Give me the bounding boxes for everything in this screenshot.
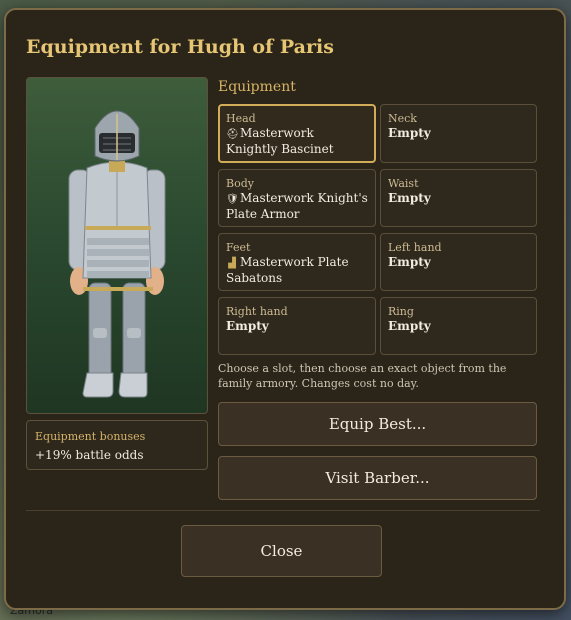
armored-knight-figure — [68, 110, 166, 398]
slot-ring[interactable]: Ring Empty — [380, 297, 537, 355]
slot-label: Head — [226, 112, 256, 125]
slot-hint-text: Choose a slot, then choose an exact obje… — [218, 362, 507, 390]
bonus-title: Equipment bonuses — [35, 430, 146, 443]
slot-value: 🛡Masterwork Knight's Plate Armor — [226, 191, 368, 221]
slot-left-hand[interactable]: Left hand Empty — [380, 233, 537, 291]
slot-value: Empty — [388, 126, 431, 140]
slot-value: ⛑Masterwork Knightly Bascinet — [226, 126, 334, 156]
slot-label: Feet — [226, 241, 251, 254]
slot-body[interactable]: Body 🛡Masterwork Knight's Plate Armor — [218, 169, 376, 227]
helmet-icon: ⛑ — [226, 129, 239, 140]
visit-barber-button[interactable]: Visit Barber... — [218, 456, 537, 500]
dialog-title: Equipment for Hugh of Paris — [26, 36, 334, 58]
slot-right-hand[interactable]: Right hand Empty — [218, 297, 376, 355]
bonus-value: +19% battle odds — [35, 448, 144, 462]
equipment-dialog: Equipment for Hugh of Paris Equipment bo… — [4, 8, 566, 610]
slot-label: Ring — [388, 305, 414, 318]
shield-icon: 🛡 — [226, 194, 239, 205]
slot-label: Right hand — [226, 305, 288, 318]
boot-icon: ▟ — [228, 258, 236, 269]
slot-label: Left hand — [388, 241, 442, 254]
slot-label: Neck — [388, 112, 417, 125]
character-portrait — [26, 77, 208, 414]
slot-head[interactable]: Head ⛑Masterwork Knightly Bascinet — [218, 104, 376, 163]
slot-value: Empty — [388, 191, 431, 205]
slot-value: Empty — [388, 319, 431, 333]
slot-value: ▟ Masterwork Plate Sabatons — [226, 255, 349, 285]
footer-divider — [26, 510, 540, 511]
slot-value: Empty — [388, 255, 431, 269]
close-button[interactable]: Close — [181, 525, 382, 577]
slot-feet[interactable]: Feet ▟ Masterwork Plate Sabatons — [218, 233, 376, 291]
slot-value: Empty — [226, 319, 269, 333]
equipment-section-label: Equipment — [218, 79, 296, 95]
equipment-bonuses-box: Equipment bonuses +19% battle odds — [26, 420, 208, 470]
slot-neck[interactable]: Neck Empty — [380, 104, 537, 163]
slot-label: Waist — [388, 177, 419, 190]
equip-best-button[interactable]: Equip Best... — [218, 402, 537, 446]
slot-label: Body — [226, 177, 254, 190]
slot-waist[interactable]: Waist Empty — [380, 169, 537, 227]
